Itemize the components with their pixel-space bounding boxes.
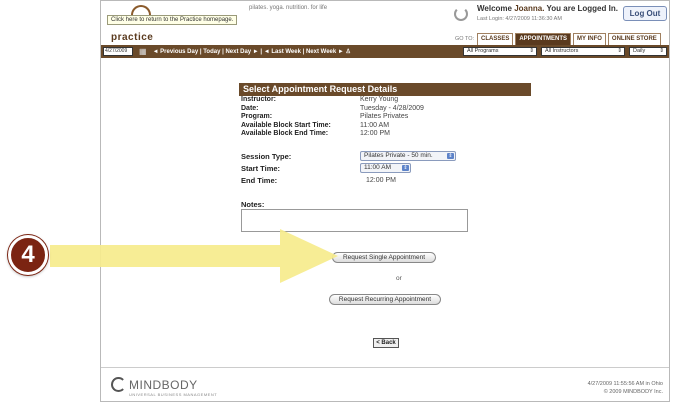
detail-label: Available Block Start Time: (241, 121, 331, 129)
date-navigation-bar: 4/27/2009 ▦ ◄ Previous Day | Today | Nex… (101, 45, 669, 58)
select-arrow-icon: ⇕ (402, 164, 409, 171)
main-tabs: CLASSES APPOINTMENTS MY INFO ONLINE STOR… (477, 33, 661, 45)
request-recurring-appointment-button[interactable]: Request Recurring Appointment (329, 294, 441, 305)
select-arrow-icon: ⇕ (447, 152, 454, 159)
or-separator: or (396, 275, 402, 282)
next-day-link[interactable]: Next Day ► (225, 49, 258, 55)
tab-online-store[interactable]: ONLINE STORE (607, 33, 661, 45)
end-time-label: End Time: (241, 175, 278, 185)
notes-label: Notes: (241, 200, 265, 209)
form-title: Select Appointment Request Details (239, 83, 531, 96)
welcome-prefix: Welcome (477, 4, 512, 13)
footer-info: 4/27/2009 11:55:56 AM in Ohio © 2009 MIN… (588, 380, 663, 396)
programs-select-value: All Programs (467, 48, 499, 54)
select-arrow-icon: ⇕ (617, 48, 622, 54)
stage: Click here to return to the Practice hom… (0, 0, 674, 403)
detail-value: 11:00 AM (360, 121, 390, 129)
detail-value: Tuesday - 4/28/2009 (360, 104, 424, 112)
person-icon[interactable]: ♙ (345, 49, 350, 55)
detail-label: Program: (241, 113, 273, 121)
site-header: Click here to return to the Practice hom… (101, 1, 669, 45)
programs-select[interactable]: All Programs ⇕ (463, 47, 537, 56)
footer-timestamp: 4/27/2009 11:55:56 AM in Ohio (587, 381, 663, 387)
goto-label: GO TO: (455, 36, 475, 42)
step-number-badge: 4 (8, 235, 48, 275)
last-login: Last Login: 4/27/2009 11:36:30 AM (477, 16, 562, 22)
session-type-value: Pilates Private - 50 min. (364, 151, 433, 159)
detail-value: Kerry Young (360, 96, 399, 103)
view-select[interactable]: Daily ⇕ (629, 47, 667, 56)
tagline: pilates. yoga. nutrition. for life (249, 5, 328, 11)
pointer-arrow-icon (50, 229, 338, 283)
end-time-value: 12:00 PM (366, 176, 396, 184)
footer-divider (101, 367, 669, 368)
detail-value: 12:00 PM (360, 130, 390, 138)
detail-row-block-end: Available Block End Time: 12:00 PM (239, 130, 531, 139)
tab-classes[interactable]: CLASSES (477, 33, 514, 45)
view-select-value: Daily (633, 48, 646, 54)
detail-label: Instructor: (241, 96, 276, 103)
welcome-message: Welcome Joanna. You are Logged In. (477, 4, 618, 13)
session-type-row: Session Type: Pilates Private - 50 min. … (239, 150, 531, 162)
detail-label: Date: (241, 104, 259, 112)
brand-name[interactable]: practice (111, 32, 153, 43)
detail-row-block-start: Available Block Start Time: 11:00 AM (239, 122, 531, 131)
logged-in-text: You are Logged In. (546, 4, 618, 13)
end-time-row: End Time: 12:00 PM (239, 175, 531, 186)
last-week-link[interactable]: ◄ Last Week (264, 49, 301, 55)
loading-spinner-icon (454, 7, 468, 21)
mindbody-tagline: UNIVERSAL BUSINESS MANAGEMENT (129, 392, 218, 397)
start-time-label: Start Time: (241, 163, 281, 173)
next-week-link[interactable]: Next Week ► (306, 49, 344, 55)
detail-value: Pilates Privates (360, 113, 409, 121)
request-single-appointment-button[interactable]: Request Single Appointment (332, 252, 436, 263)
select-arrow-icon: ⇕ (529, 48, 534, 54)
select-arrow-icon: ⇕ (659, 48, 664, 54)
practice-logo-icon[interactable] (131, 5, 151, 15)
session-type-select[interactable]: Pilates Private - 50 min. ⇕ (360, 150, 456, 161)
start-time-row: Start Time: 11:00 AM ⇕ (239, 162, 531, 174)
detail-row-date: Date: Tuesday - 4/28/2009 (239, 105, 531, 114)
appointment-request-form: Select Appointment Request Details Instr… (239, 83, 531, 187)
today-link[interactable]: Today (203, 49, 220, 55)
detail-row-program: Program: Pilates Privates (239, 113, 531, 122)
instructors-select[interactable]: All Instructors ⇕ (541, 47, 625, 56)
tab-my-info[interactable]: MY INFO (573, 33, 606, 45)
browser-page: Click here to return to the Practice hom… (100, 0, 670, 402)
mindbody-logo-icon (111, 377, 126, 392)
date-nav-links: ◄ Previous Day | Today | Next Day ► | ◄ … (152, 49, 351, 55)
previous-day-link[interactable]: ◄ Previous Day (153, 49, 199, 55)
mindbody-logo[interactable]: MINDBODY (111, 377, 198, 392)
footer-copyright: © 2009 MINDBODY Inc. (603, 389, 663, 395)
calendar-icon[interactable]: ▦ (139, 47, 147, 56)
back-button[interactable]: < Back (373, 338, 399, 348)
start-time-select[interactable]: 11:00 AM ⇕ (360, 162, 411, 173)
mindbody-logo-text: MINDBODY (129, 377, 198, 392)
session-type-label: Session Type: (241, 151, 292, 161)
username: Joanna. (514, 4, 545, 13)
start-time-value: 11:00 AM (364, 163, 391, 171)
tab-appointments[interactable]: APPOINTMENTS (515, 33, 572, 45)
detail-row-instructor: Instructor: Kerry Young (239, 96, 531, 105)
date-field[interactable]: 4/27/2009 (103, 47, 133, 56)
home-tooltip: Click here to return to the Practice hom… (107, 15, 238, 25)
logout-button[interactable]: Log Out (623, 6, 667, 21)
instructors-select-value: All Instructors (545, 48, 579, 54)
detail-label: Available Block End Time: (241, 130, 329, 138)
